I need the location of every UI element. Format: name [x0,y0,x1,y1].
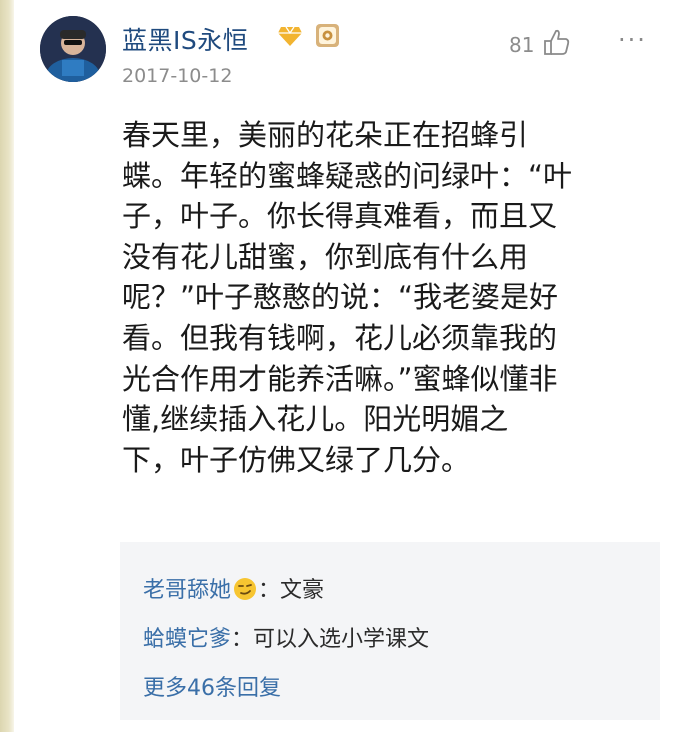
post-content: 春天里，美丽的花朵正在招蜂引 蝶。年轻的蜜蜂疑惑的问绿叶：“叶 子，叶子。你长得… [122,115,667,480]
comment-item[interactable]: 老哥舔她 ：文豪 [143,572,324,604]
content-line: 子，叶子。你长得真难看，而且又 [122,199,558,234]
gold-badge-icon [315,23,340,48]
content-line: 懂,继续插入花儿。阳光明媚之 [122,402,509,437]
content-line: 光合作用才能养活嘛。”蜜蜂似懂非 [122,361,558,396]
thumbs-up-icon[interactable] [540,27,572,57]
content-line: 看。但我有钱啊，花儿必须靠我的 [122,320,558,355]
content-line: 春天里，美丽的花朵正在招蜂引 [122,118,529,152]
comment-item[interactable]: 蛤蟆它爹：可以入选小学课文 [143,621,429,653]
diamond-vip-icon [277,24,303,48]
comment-author[interactable]: 蛤蟆它爹 [143,627,231,652]
comment-text: 可以入选小学课文 [253,627,430,652]
username[interactable]: 蓝黑IS永恒 [122,21,248,57]
content-line: 呢？”叶子憨憨的说：“我老婆是好 [122,280,559,315]
page-edge [0,0,14,732]
comments-preview: 老哥舔她 ：文豪 蛤蟆它爹：可以入选小学课文 更多46条回复 [120,542,660,720]
comment-separator: ： [231,627,254,652]
post-date: 2017-10-12 [122,65,233,87]
like-count: 81 [509,33,535,57]
smirk-emoji-icon [233,577,257,601]
comment-separator: ： [258,578,281,603]
content-line: 蝶。年轻的蜜蜂疑惑的问绿叶：“叶 [122,158,573,193]
content-line: 没有花儿甜蜜，你到底有什么用 [122,239,529,274]
ellipsis-icon[interactable]: ··· [618,28,647,52]
post-card: 蓝黑IS永恒 2017-10-12 81 ··· 春天里，美丽的花朵正在招蜂引 … [22,0,690,732]
comment-text: 文豪 [280,578,325,603]
comment-author[interactable]: 老哥舔她 [143,578,231,603]
avatar[interactable] [40,16,106,82]
content-line: 下，叶子仿佛又绿了几分。 [122,442,471,477]
more-replies-link[interactable]: 更多46条回复 [143,670,281,702]
